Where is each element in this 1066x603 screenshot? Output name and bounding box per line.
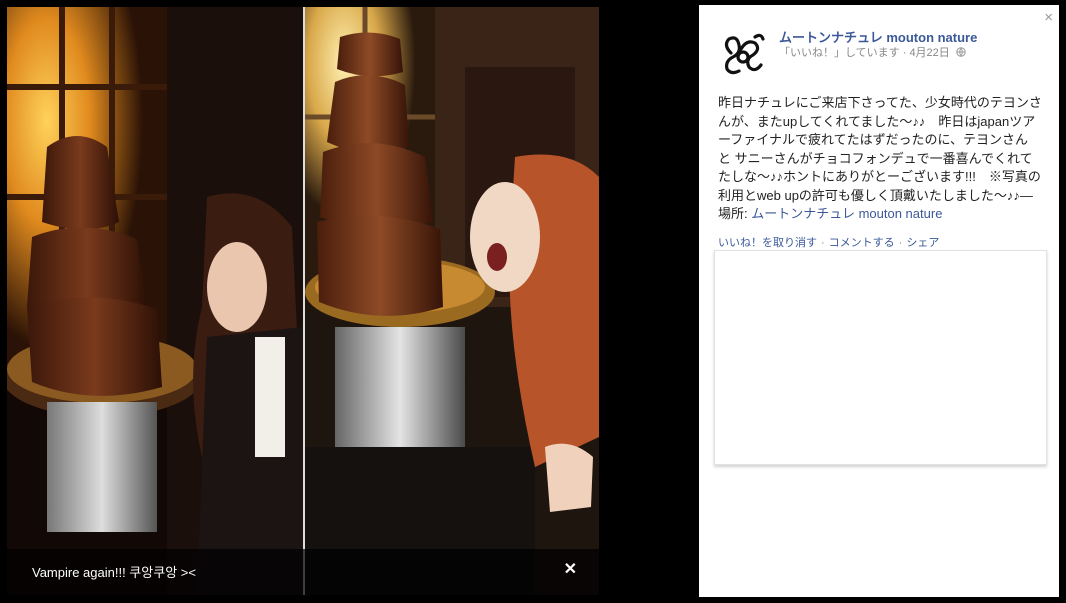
avatar[interactable]: [717, 27, 769, 79]
photo-caption: Vampire again!!! 쿠앙쿠앙 ><: [32, 565, 196, 580]
place-link[interactable]: ムートンナチュレ mouton nature: [751, 206, 942, 221]
photo-viewer[interactable]: Vampire again!!! 쿠앙쿠앙 >< ✕: [7, 7, 599, 595]
post-sidebar: × ムートンナチュレ mouton nature 「いいね！」しています · 4…: [699, 5, 1059, 597]
chocolate-fountain-photo-left: [7, 7, 303, 595]
comment-box[interactable]: [714, 250, 1047, 465]
photo-caption-bar: Vampire again!!! 쿠앙쿠앙 >< ✕: [7, 549, 599, 595]
unlike-link[interactable]: いいね！を取り消す: [718, 237, 817, 249]
close-icon[interactable]: ✕: [564, 559, 577, 579]
post-actions: いいね！を取り消す · コメントする · シェア: [718, 234, 939, 250]
post-body: 昨日ナチュレにご来店下さってた、少女時代のテヨンさんが、またupしてくれてました…: [718, 94, 1043, 224]
share-link[interactable]: シェア: [906, 237, 939, 249]
post-text: 昨日ナチュレにご来店下さってた、少女時代のテヨンさんが、またupしてくれてました…: [718, 95, 1042, 203]
photo-right-panel: [305, 7, 599, 595]
photo-left-panel: [7, 7, 303, 595]
comment-link[interactable]: コメントする: [829, 237, 895, 249]
chocolate-fountain-photo-right: [305, 7, 599, 595]
globe-icon: [956, 47, 966, 57]
sidebar-close-button[interactable]: ×: [1044, 9, 1053, 26]
post-meta-text: 「いいね！」しています · 4月22日: [779, 47, 950, 59]
separator: ·: [821, 237, 825, 249]
separator: ·: [898, 237, 903, 249]
post-meta: 「いいね！」しています · 4月22日: [779, 44, 966, 60]
